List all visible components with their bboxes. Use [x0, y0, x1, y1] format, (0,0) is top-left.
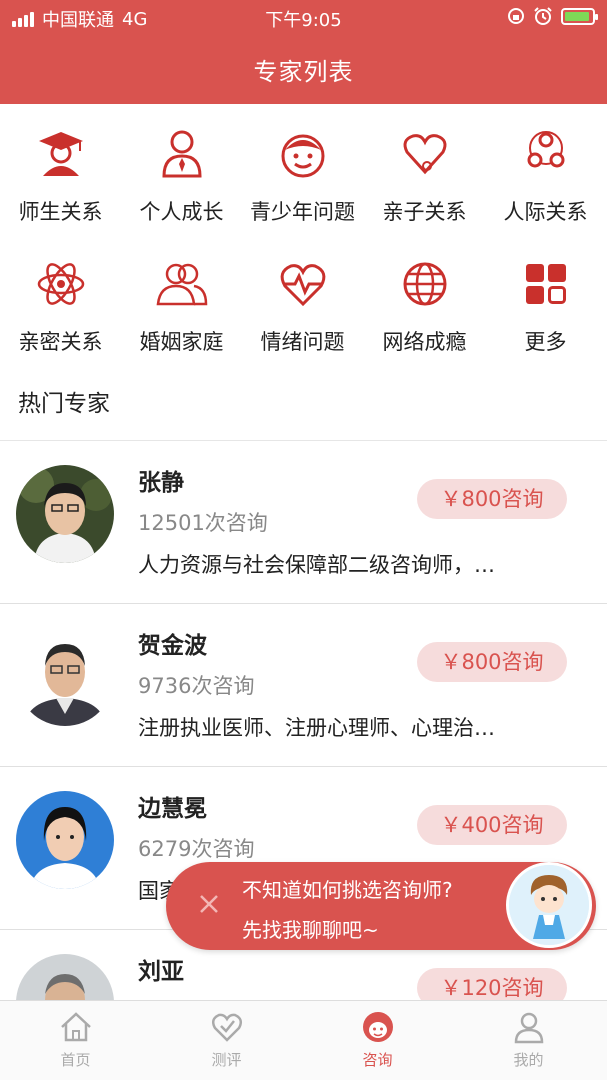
- assistant-prompt-banner[interactable]: 不知道如何挑选咨询师? 先找我聊聊吧~: [166, 862, 596, 950]
- category-label: 个人成长: [139, 200, 224, 224]
- consult-price-button[interactable]: ￥120咨询: [417, 968, 567, 1000]
- expert-description: 人力资源与社会保障部二级咨询师，…: [138, 553, 495, 577]
- boy-face-icon: [281, 134, 324, 178]
- category-label: 亲密关系: [18, 330, 103, 354]
- home-icon: [60, 1012, 91, 1042]
- category-item[interactable]: 情绪问题: [242, 256, 363, 356]
- avatar: [16, 628, 114, 726]
- person-tie-icon: [161, 130, 202, 178]
- category-label: 人际关系: [503, 200, 588, 224]
- heartbeat-icon: [280, 264, 325, 307]
- avatar: [16, 465, 114, 563]
- category-label: 婚姻家庭: [139, 330, 224, 354]
- tab-consult[interactable]: 咨询: [302, 1009, 453, 1070]
- category-label: 青少年问题: [250, 200, 355, 224]
- expert-description: 注册执业医师、注册心理师、心理治…: [138, 716, 495, 740]
- expert-name: 刘亚: [138, 959, 184, 985]
- consult-count: 6279次咨询: [138, 837, 255, 861]
- mascot-avatar[interactable]: [506, 862, 592, 948]
- app-header: 中国联通 4G 下午9:05 专家列表: [0, 0, 607, 104]
- tab-label: 咨询: [362, 1051, 393, 1069]
- tab-home[interactable]: 首页: [0, 1009, 151, 1070]
- expert-name: 张静: [138, 470, 184, 496]
- user-icon: [514, 1012, 543, 1044]
- consult-price-button[interactable]: ￥800咨询: [417, 479, 567, 519]
- expert-row[interactable]: 贺金波 9736次咨询 注册执业医师、注册心理师、心理治… ￥800咨询: [0, 604, 607, 767]
- category-item[interactable]: 亲密关系: [0, 256, 121, 356]
- category-item[interactable]: 青少年问题: [242, 126, 363, 226]
- consult-count: 12501次咨询: [138, 511, 268, 535]
- grid-more-icon: [525, 264, 566, 304]
- two-people-icon: [156, 263, 207, 306]
- atom-icon: [37, 263, 84, 305]
- network-triangle-icon: [527, 131, 564, 168]
- close-icon[interactable]: [194, 889, 224, 919]
- page-title: 专家列表: [253, 58, 354, 86]
- category-item[interactable]: 亲子关系: [364, 126, 485, 226]
- category-label: 亲子关系: [382, 200, 467, 224]
- tab-label: 测评: [211, 1051, 242, 1069]
- graduate-icon: [38, 132, 83, 176]
- category-item[interactable]: 个人成长: [121, 126, 242, 226]
- category-label: 网络成瘾: [382, 330, 467, 354]
- rotation-lock-icon: [508, 8, 524, 24]
- expert-name: 边慧冕: [138, 796, 207, 822]
- section-title: 热门专家: [18, 391, 110, 417]
- heart-stethoscope-icon: [403, 134, 446, 175]
- tab-label: 首页: [60, 1051, 91, 1069]
- globe-icon: [403, 262, 446, 306]
- category-label: 师生关系: [18, 200, 103, 224]
- consult-price-button[interactable]: ￥800咨询: [417, 642, 567, 682]
- prompt-line-2: 先找我聊聊吧~: [242, 918, 379, 942]
- category-item[interactable]: 人际关系: [485, 126, 606, 226]
- avatar: [16, 954, 114, 1000]
- category-label: 情绪问题: [260, 330, 345, 354]
- prompt-line-1: 不知道如何挑选咨询师?: [242, 878, 453, 902]
- status-bar: 中国联通 4G 下午9:05: [0, 0, 607, 34]
- category-item[interactable]: 网络成瘾: [364, 256, 485, 356]
- avatar: [16, 791, 114, 889]
- tab-label: 我的: [513, 1051, 544, 1069]
- heart-check-icon: [211, 1013, 242, 1042]
- tab-mine[interactable]: 我的: [453, 1009, 604, 1070]
- category-label: 更多: [524, 330, 567, 354]
- battery-icon: [561, 7, 598, 25]
- category-item-more[interactable]: 更多: [485, 256, 606, 356]
- consult-avatar-icon: [362, 1012, 393, 1042]
- consult-count: 9736次咨询: [138, 674, 255, 698]
- category-item[interactable]: 师生关系: [0, 126, 121, 226]
- expert-name: 贺金波: [138, 633, 207, 659]
- consult-price-button[interactable]: ￥400咨询: [417, 805, 567, 845]
- expert-row[interactable]: 张静 12501次咨询 人力资源与社会保障部二级咨询师，… ￥800咨询: [0, 441, 607, 604]
- bottom-tab-bar: 首页 测评 咨询 我的: [0, 1000, 607, 1080]
- category-item[interactable]: 婚姻家庭: [121, 256, 242, 356]
- tab-assessment[interactable]: 测评: [151, 1009, 302, 1070]
- alarm-icon: [534, 7, 552, 25]
